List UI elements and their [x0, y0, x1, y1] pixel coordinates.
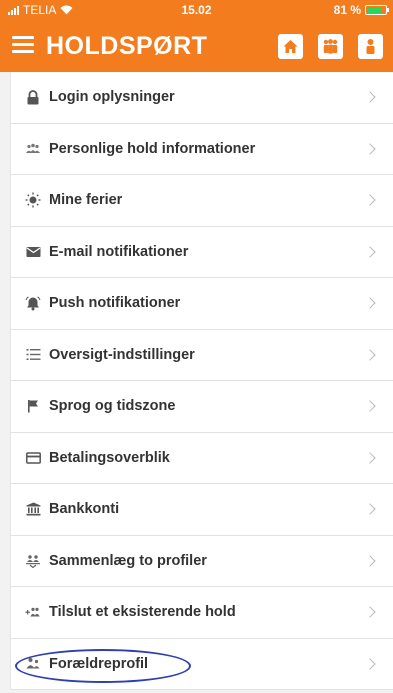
parent-icon: [25, 656, 41, 672]
chevron-right-icon: [364, 246, 376, 258]
flag-icon: [25, 398, 41, 414]
chevron-right-icon: [364, 91, 376, 103]
sun-icon: [25, 192, 41, 208]
menu-item-email-notifications[interactable]: E-mail notifikationer: [11, 227, 393, 278]
menu-item-join-team[interactable]: Tilslut et eksisterende hold: [11, 587, 393, 639]
menu-item-bank-accounts[interactable]: Bankkonti: [11, 484, 393, 536]
add-people-icon: [25, 604, 41, 620]
bank-icon: [25, 501, 41, 517]
chevron-right-icon: [364, 503, 376, 515]
chevron-right-icon: [364, 400, 376, 412]
menu-item-label: Personlige hold informationer: [49, 140, 256, 157]
chevron-right-icon: [364, 349, 376, 361]
menu-item-label: Mine ferier: [49, 192, 123, 209]
menu-item-label: Betalingsoverblik: [49, 449, 170, 466]
menu-item-push-notifications[interactable]: Push notifikationer: [11, 278, 393, 330]
menu-item-label: E-mail notifikationer: [49, 243, 189, 260]
menu-item-login[interactable]: Login oplysninger: [11, 72, 393, 124]
menu-item-label: Tilslut et eksisterende hold: [49, 604, 236, 621]
menu-item-label: Sammenlæg to profiler: [49, 552, 207, 569]
menu-item-vacations[interactable]: Mine ferier: [11, 175, 393, 227]
app-logo: HOLDSPØRT: [46, 32, 208, 60]
menu-item-overview-settings[interactable]: Oversigt-indstillinger: [11, 330, 393, 381]
chevron-right-icon: [364, 658, 376, 670]
merge-icon: [25, 553, 41, 569]
menu-item-parent-profile[interactable]: Forældreprofil: [11, 639, 393, 690]
menu-item-label: Forældreprofil: [49, 655, 149, 672]
menu-item-merge-profiles[interactable]: Sammenlæg to profiler: [11, 536, 393, 587]
team-icon[interactable]: [318, 34, 343, 59]
status-right: 81 %: [333, 3, 389, 17]
settings-list: Login oplysninger Personlige hold inform…: [10, 72, 393, 690]
battery-icon: [365, 5, 389, 15]
menu-item-label: Bankkonti: [49, 501, 120, 518]
chevron-right-icon: [364, 606, 376, 618]
menu-item-language-timezone[interactable]: Sprog og tidszone: [11, 381, 393, 433]
lock-icon: [25, 89, 41, 105]
menu-item-personal-team-info[interactable]: Personlige hold informationer: [11, 124, 393, 175]
battery-label: 81 %: [333, 3, 361, 17]
list-icon: [25, 347, 41, 363]
home-icon[interactable]: [278, 34, 303, 59]
menu-item-label: Login oplysninger: [49, 89, 175, 106]
status-bar: TELIA 15.02 81 %: [0, 0, 393, 20]
chevron-right-icon: [364, 194, 376, 206]
bell-icon: [25, 295, 41, 311]
people-icon: [25, 141, 41, 157]
chevron-right-icon: [364, 297, 376, 309]
chevron-right-icon: [364, 452, 376, 464]
mail-icon: [25, 244, 41, 260]
card-icon: [25, 450, 41, 466]
menu-item-label: Oversigt-indstillinger: [49, 346, 195, 363]
menu-item-label: Push notifikationer: [49, 295, 181, 312]
person-icon[interactable]: [358, 34, 383, 59]
chevron-right-icon: [364, 143, 376, 155]
chevron-right-icon: [364, 555, 376, 567]
menu-item-payment-overview[interactable]: Betalingsoverblik: [11, 433, 393, 484]
app-header: HOLDSPØRT: [0, 20, 393, 72]
menu-icon[interactable]: [12, 36, 34, 54]
menu-item-label: Sprog og tidszone: [49, 398, 176, 415]
